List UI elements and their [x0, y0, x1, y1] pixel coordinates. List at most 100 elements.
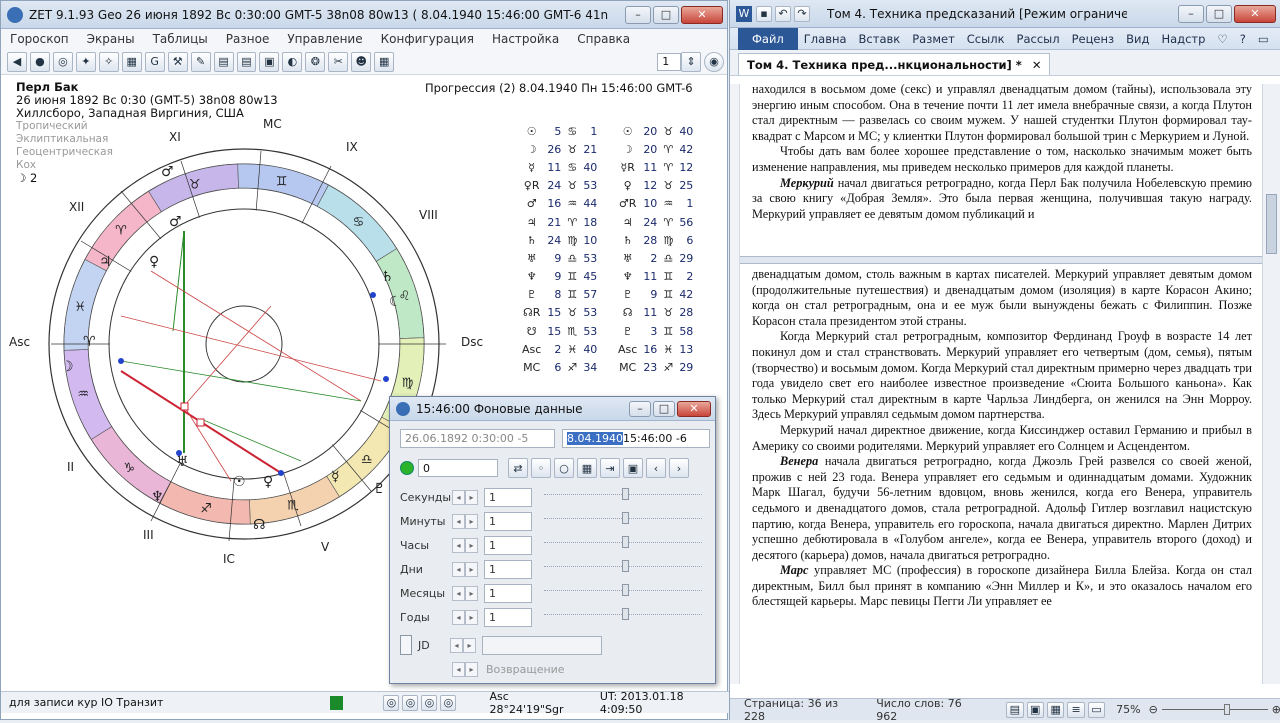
- jd-spin-down[interactable]: ◂: [450, 637, 463, 653]
- chart-wheel-icon[interactable]: ◎: [52, 51, 73, 72]
- counter-field[interactable]: 1: [657, 52, 682, 71]
- calendar-icon[interactable]: ▦: [577, 458, 597, 478]
- planet-glyph-icon[interactable]: ♆: [151, 489, 164, 505]
- refresh-icon[interactable]: ⇄: [508, 458, 528, 478]
- dialog-close-button[interactable]: ✕: [677, 400, 711, 417]
- split-bar[interactable]: [740, 256, 1262, 264]
- step-value-field[interactable]: 1: [484, 583, 532, 603]
- planet-glyph-icon[interactable]: ♅: [176, 454, 189, 470]
- heart-icon[interactable]: ♡: [1211, 32, 1233, 46]
- spin-down-button[interactable]: ◂: [452, 561, 465, 577]
- ribbon-tab[interactable]: Файл: [738, 27, 798, 50]
- slider-thumb[interactable]: [622, 560, 629, 572]
- globe-icon[interactable]: ●: [29, 51, 50, 72]
- maximize-button[interactable]: □: [653, 5, 679, 24]
- step-slider[interactable]: [544, 536, 702, 548]
- document-tab-close-icon[interactable]: ✕: [1032, 58, 1042, 72]
- menu-item[interactable]: Управление: [278, 32, 371, 46]
- zoom-slider[interactable]: [1161, 704, 1268, 715]
- step-slider[interactable]: [544, 584, 702, 596]
- slider-thumb[interactable]: [622, 488, 629, 500]
- document-pane-top[interactable]: находился в восьмом доме (секс) и управл…: [752, 82, 1252, 252]
- draft-icon[interactable]: ▭: [1087, 701, 1106, 718]
- planet-glyph-icon[interactable]: ☽: [61, 359, 74, 375]
- print-layout-icon[interactable]: ▤: [1006, 701, 1024, 718]
- jd-toggle[interactable]: [400, 635, 412, 655]
- restore-icon[interactable]: ▭: [1252, 32, 1275, 46]
- step-value-field[interactable]: 1: [484, 535, 532, 555]
- slider-thumb[interactable]: [622, 608, 629, 620]
- planet-glyph-icon[interactable]: ☾: [389, 294, 402, 310]
- document-tab[interactable]: Том 4. Техника пред...нкциональности] * …: [738, 53, 1051, 75]
- slider-thumb[interactable]: [622, 584, 629, 596]
- step-value-field[interactable]: 1: [484, 559, 532, 579]
- record-icon[interactable]: ◉: [704, 51, 725, 72]
- ribbon-tab[interactable]: Главна: [798, 32, 853, 46]
- planet-glyph-icon[interactable]: ♂: [169, 214, 182, 230]
- slider-thumb[interactable]: [622, 512, 629, 524]
- spin-down-button[interactable]: ◂: [452, 513, 465, 529]
- menu-item[interactable]: Разное: [217, 32, 279, 46]
- menu-item[interactable]: Гороскоп: [1, 32, 78, 46]
- scroll-thumb[interactable]: [1266, 194, 1277, 254]
- tools-icon[interactable]: ⚒: [167, 51, 188, 72]
- jd-field[interactable]: [482, 635, 602, 655]
- step-value-field[interactable]: 1: [484, 607, 532, 627]
- green-status-icon[interactable]: [400, 461, 414, 475]
- wheel-icon[interactable]: ❂: [305, 51, 326, 72]
- save-icon[interactable]: ▪: [756, 5, 772, 22]
- redo-icon[interactable]: ↷: [794, 5, 810, 22]
- export-icon[interactable]: ⇥: [600, 458, 620, 478]
- word-close-button[interactable]: ✕: [1234, 4, 1276, 23]
- spin-up-button[interactable]: ▸: [465, 537, 478, 553]
- spin-up-button[interactable]: ▸: [465, 513, 478, 529]
- document-icon[interactable]: ▤: [213, 51, 234, 72]
- jd-spin-up[interactable]: ▸: [463, 637, 476, 653]
- planet-glyph-icon[interactable]: ☿: [331, 469, 340, 485]
- ribbon-tab[interactable]: Вставк: [853, 32, 907, 46]
- step-slider[interactable]: [544, 560, 702, 572]
- spin-down-button[interactable]: ◂: [452, 537, 465, 553]
- point-icon[interactable]: ◦: [531, 458, 551, 478]
- close-icon[interactable]: ✕: [1275, 32, 1280, 46]
- step-slider[interactable]: [544, 488, 702, 500]
- planet-glyph-icon[interactable]: ♇: [373, 481, 386, 497]
- vertical-scrollbar[interactable]: [1262, 84, 1280, 684]
- word-minimize-button[interactable]: –: [1178, 4, 1204, 23]
- menu-item[interactable]: Справка: [568, 32, 639, 46]
- dialog-minimize-button[interactable]: –: [629, 400, 651, 417]
- document-icon[interactable]: ▤: [236, 51, 257, 72]
- planet-glyph-icon[interactable]: ☉: [233, 474, 246, 490]
- step-value-field[interactable]: 1: [484, 511, 532, 531]
- ribbon-tab[interactable]: Реценз: [1066, 32, 1121, 46]
- close-button[interactable]: ✕: [681, 5, 723, 24]
- step-slider[interactable]: [544, 608, 702, 620]
- planet-glyph-icon[interactable]: ♈: [83, 334, 96, 350]
- save-icon[interactable]: ▣: [623, 458, 643, 478]
- planet-glyph-icon[interactable]: ☊: [253, 517, 265, 533]
- menu-item[interactable]: Таблицы: [144, 32, 217, 46]
- zoom-in-icon[interactable]: ⊕: [1272, 703, 1280, 716]
- map-icon[interactable]: ▣: [259, 51, 280, 72]
- menu-item[interactable]: Экраны: [78, 32, 144, 46]
- next-step-icon[interactable]: ›: [669, 458, 689, 478]
- word-maximize-button[interactable]: □: [1206, 4, 1232, 23]
- undo-icon[interactable]: ↶: [775, 5, 791, 22]
- document-pane-bottom[interactable]: двенадцатым домом, столь важным в картах…: [752, 267, 1252, 665]
- natal-date-field[interactable]: 26.06.1892 0:30:00 -5: [400, 429, 555, 448]
- spin-down-button[interactable]: ◂: [452, 489, 465, 505]
- full-screen-icon[interactable]: ▣: [1026, 701, 1044, 718]
- return-spin-down[interactable]: ◂: [452, 661, 465, 677]
- planet-glyph-icon[interactable]: ♀: [149, 254, 159, 270]
- ribbon-tab[interactable]: Вид: [1120, 32, 1155, 46]
- zoom-out-icon[interactable]: ⊖: [1149, 703, 1158, 716]
- scissors-icon[interactable]: ✂: [328, 51, 349, 72]
- planet-glyph-icon[interactable]: ♀: [263, 474, 273, 490]
- chart-icon[interactable]: ◐: [282, 51, 303, 72]
- slider-thumb[interactable]: [622, 536, 629, 548]
- night-sky-icon[interactable]: ✧: [98, 51, 119, 72]
- step-slider[interactable]: [544, 512, 702, 524]
- progressed-date-field[interactable]: 8.04.1940 15:46:00 -6: [562, 429, 710, 448]
- outline-icon[interactable]: ≡: [1067, 701, 1085, 718]
- counter-spin[interactable]: ⇕: [681, 51, 702, 72]
